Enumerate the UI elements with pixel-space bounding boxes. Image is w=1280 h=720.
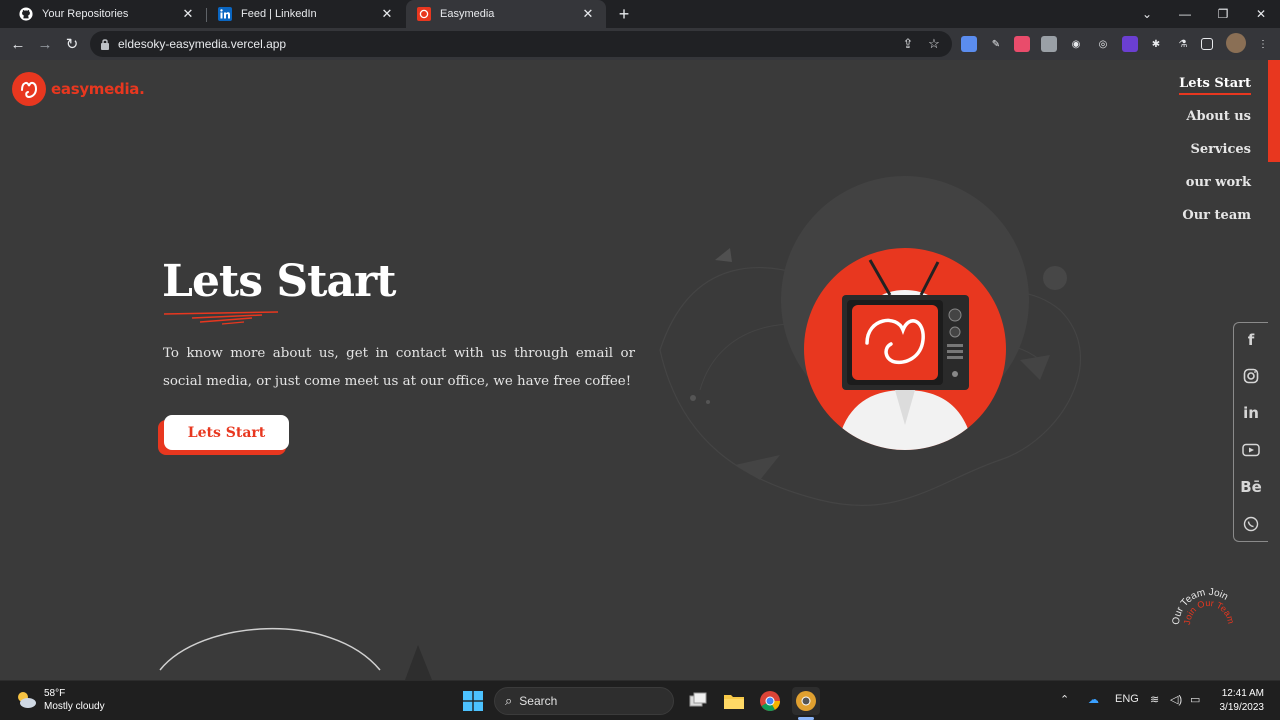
youtube-icon[interactable]	[1234, 438, 1268, 462]
taskbar-search[interactable]: ⌕ Search	[494, 687, 674, 715]
close-tab-icon[interactable]: ✕	[580, 6, 596, 22]
lets-start-button[interactable]: Lets Start	[164, 415, 289, 450]
windows-start-icon[interactable]	[459, 687, 487, 715]
tab-title: Easymedia	[440, 8, 495, 20]
close-window-icon[interactable]: ✕	[1242, 0, 1280, 28]
linkedin-icon[interactable]: in	[1234, 401, 1268, 425]
language-indicator[interactable]: ENG	[1115, 693, 1139, 705]
labs-icon[interactable]: ⚗	[1175, 36, 1191, 52]
pen-extension-icon[interactable]: ✎	[988, 36, 1004, 52]
camera-extension-icon[interactable]: ◉	[1068, 36, 1084, 52]
lock-icon	[100, 37, 110, 55]
title-underline-scribble	[163, 311, 279, 325]
show-hidden-icons-chevron-icon[interactable]: ⌃	[1060, 693, 1069, 706]
nav-about-us[interactable]: About us	[1179, 107, 1251, 140]
cloudy-weather-icon	[18, 692, 36, 708]
wifi-icon[interactable]: ≋	[1150, 693, 1159, 706]
behance-icon[interactable]: Bē	[1234, 475, 1268, 499]
forward-icon[interactable]: →	[33, 32, 57, 56]
tab-search-icon[interactable]: ⌄	[1128, 0, 1166, 28]
browser-toolbar: ← → ↻ eldesoky-easymedia.vercel.app ⇪ ☆ …	[0, 28, 1280, 60]
easymedia-logo-icon	[12, 72, 46, 106]
side-panel-icon[interactable]	[1201, 38, 1213, 50]
nav-services[interactable]: Services	[1179, 140, 1251, 173]
nav-label: Our team	[1182, 208, 1251, 223]
whatsapp-icon[interactable]	[1234, 512, 1268, 536]
tab-title: Feed | LinkedIn	[241, 8, 317, 20]
tab-github[interactable]: Your Repositories ✕	[8, 0, 206, 28]
address-bar[interactable]: eldesoky-easymedia.vercel.app ⇪ ☆	[90, 31, 952, 57]
nav-lets-start[interactable]: Lets Start	[1179, 74, 1251, 107]
nav-our-team[interactable]: Our team	[1179, 206, 1251, 239]
scrollbar-thumb[interactable]	[1268, 60, 1280, 162]
weather-temperature: 58°F	[44, 688, 66, 699]
target-extension-icon[interactable]: ◎	[1095, 36, 1111, 52]
file-explorer-icon[interactable]	[720, 687, 748, 715]
hero-title: Lets Start	[162, 256, 396, 307]
nav-label: Lets Start	[1179, 76, 1251, 95]
profile-avatar[interactable]	[1226, 33, 1246, 53]
nav-label: Services	[1190, 142, 1251, 157]
extension-icon[interactable]	[1122, 36, 1138, 52]
linkedin-icon	[217, 6, 233, 22]
close-tab-icon[interactable]: ✕	[379, 6, 395, 22]
url-text: eldesoky-easymedia.vercel.app	[118, 37, 287, 51]
search-label: Search	[519, 694, 558, 708]
weather-widget[interactable]: 58°F Mostly cloudy	[14, 687, 105, 713]
site-logo[interactable]: easymedia.	[12, 72, 145, 106]
task-view-icon[interactable]	[684, 687, 712, 715]
close-tab-icon[interactable]: ✕	[180, 6, 196, 22]
main-nav: Lets Start About us Services our work Ou…	[1179, 74, 1251, 239]
onedrive-icon[interactable]: ☁	[1088, 693, 1099, 706]
tab-easymedia[interactable]: Easymedia ✕	[406, 0, 606, 28]
github-icon	[18, 6, 34, 22]
facebook-icon[interactable]: f	[1234, 328, 1268, 352]
logo-wordmark: easymedia.	[51, 80, 145, 98]
social-sidebar: f in Bē	[1233, 322, 1268, 542]
clock-date: 3/19/2023	[1219, 702, 1265, 713]
chrome-canary-icon[interactable]	[792, 687, 820, 715]
tab-title: Your Repositories	[42, 8, 129, 20]
chrome-icon[interactable]	[756, 687, 784, 715]
hero-description: To know more about us, get in contact wi…	[163, 346, 635, 389]
extension-icon[interactable]	[1014, 36, 1030, 52]
reload-icon[interactable]: ↻	[60, 32, 84, 56]
weather-description: Mostly cloudy	[44, 701, 105, 712]
battery-icon[interactable]: ▭	[1190, 693, 1200, 706]
join-our-team-badge[interactable]: Our Team Join Join Our Team	[1172, 588, 1246, 662]
instagram-icon[interactable]	[1234, 364, 1268, 388]
puzzle-extensions-icon[interactable]: ✱	[1148, 36, 1164, 52]
nav-label: About us	[1186, 109, 1251, 124]
page-scrollbar[interactable]	[1268, 60, 1280, 680]
search-icon: ⌕	[505, 693, 513, 708]
back-icon[interactable]: ←	[6, 32, 30, 56]
new-tab-icon[interactable]: +	[613, 3, 635, 25]
easymedia-icon	[416, 6, 432, 22]
system-clock[interactable]: 12:41 AM 3/19/2023	[1210, 687, 1265, 715]
hero-tv-illustration	[835, 259, 975, 450]
tab-linkedin[interactable]: Feed | LinkedIn ✕	[207, 0, 405, 28]
tab-strip: Your Repositories ✕ Feed | LinkedIn ✕ Ea…	[0, 0, 1280, 28]
share-icon[interactable]: ⇪	[900, 36, 916, 52]
minimize-icon[interactable]: —	[1166, 0, 1204, 28]
extension-icon[interactable]	[1041, 36, 1057, 52]
windows-taskbar: 58°F Mostly cloudy ⌕ Search ⌃ ☁ ENG ≋ ◁)…	[0, 680, 1280, 720]
volume-icon[interactable]: ◁)	[1170, 693, 1182, 706]
nav-our-work[interactable]: our work	[1179, 173, 1251, 206]
page-viewport: easymedia. Lets Start About us Services …	[0, 60, 1268, 680]
bookmark-star-icon[interactable]: ☆	[926, 36, 942, 52]
nav-label: our work	[1185, 175, 1251, 190]
menu-dots-icon[interactable]: ⋮	[1255, 36, 1271, 52]
clock-time: 12:41 AM	[1221, 688, 1264, 699]
maximize-icon[interactable]: ❐	[1204, 0, 1242, 28]
extension-icon[interactable]	[961, 36, 977, 52]
